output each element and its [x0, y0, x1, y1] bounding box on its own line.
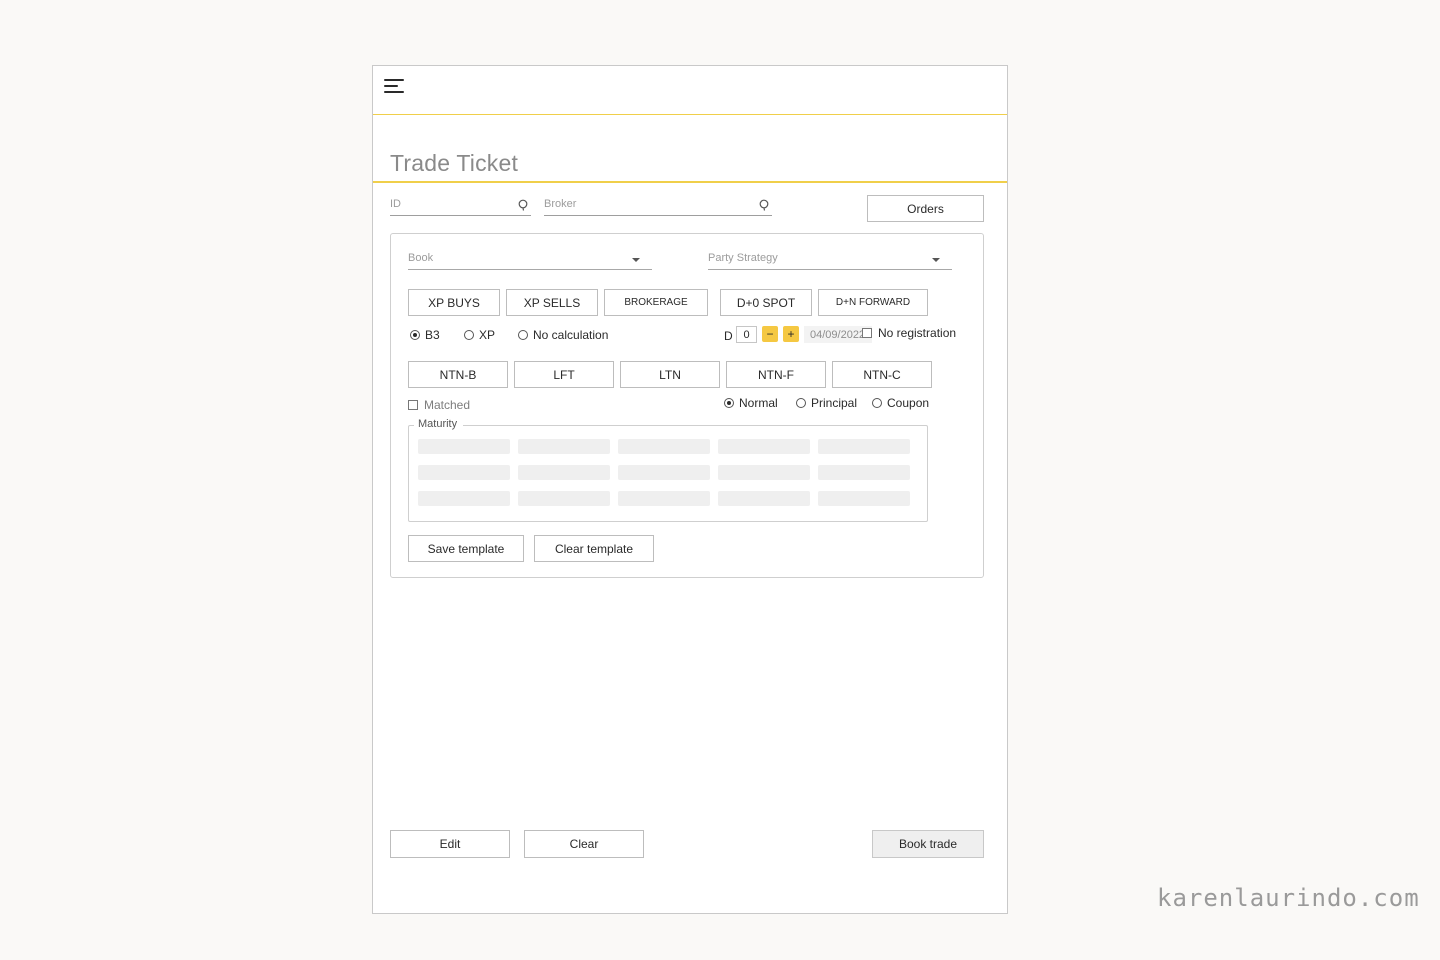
radio-no-calculation[interactable]: No calculation [518, 328, 608, 342]
maturity-option[interactable] [818, 439, 910, 454]
maturity-option[interactable] [818, 465, 910, 480]
radio-unselected-icon [872, 398, 882, 408]
watermark: karenlaurindo.com [1157, 884, 1420, 912]
search-icon[interactable] [759, 199, 771, 211]
d-label: D [724, 329, 733, 343]
id-search-field[interactable]: ID [390, 196, 531, 216]
radio-normal-label: Normal [739, 396, 778, 410]
caret-down-icon [932, 258, 940, 262]
radio-b3[interactable]: B3 [410, 328, 440, 342]
no-registration-label: No registration [878, 326, 957, 340]
radio-unselected-icon [464, 330, 474, 340]
matched-label: Matched [424, 398, 471, 412]
checkbox-icon [862, 328, 872, 338]
d-days-input[interactable]: 0 [736, 326, 757, 343]
ntn-c-button[interactable]: NTN-C [832, 361, 932, 388]
maturity-option[interactable] [818, 491, 910, 506]
minus-icon[interactable]: − [762, 326, 778, 342]
page-title: Trade Ticket [390, 150, 519, 176]
clear-template-button[interactable]: Clear template [534, 535, 654, 562]
book-label: Book [408, 252, 434, 264]
trade-ticket-window: Trade Ticket ID Broker Orders Book Party… [372, 65, 1008, 914]
caret-down-icon [632, 258, 640, 262]
hamburger-menu-icon[interactable] [384, 78, 406, 96]
maturity-option[interactable] [518, 439, 610, 454]
maturity-label: Maturity [414, 418, 464, 430]
ntn-b-button[interactable]: NTN-B [408, 361, 508, 388]
title-band: Trade Ticket [373, 115, 1007, 183]
broker-search-field[interactable]: Broker [544, 196, 772, 216]
radio-selected-icon [410, 330, 420, 340]
brokerage-button[interactable]: BROKERAGE [604, 289, 708, 316]
radio-principal[interactable]: Principal [796, 396, 857, 410]
orders-button[interactable]: Orders [867, 195, 984, 222]
broker-field-label: Broker [544, 198, 577, 210]
book-panel: Book Party Strategy XP BUYS XP SELLS BRO… [390, 233, 984, 578]
plus-icon[interactable]: + [783, 326, 799, 342]
maturity-option[interactable] [718, 439, 810, 454]
maturity-option[interactable] [618, 465, 710, 480]
radio-no-calculation-label: No calculation [533, 328, 609, 342]
matched-checkbox[interactable]: Matched [408, 398, 470, 412]
top-bar [373, 66, 1007, 115]
maturity-option[interactable] [518, 465, 610, 480]
party-strategy-dropdown[interactable]: Party Strategy [708, 251, 952, 270]
maturity-option[interactable] [418, 439, 510, 454]
ntn-f-button[interactable]: NTN-F [726, 361, 826, 388]
search-icon[interactable] [518, 199, 530, 211]
radio-principal-label: Principal [811, 396, 858, 410]
radio-coupon[interactable]: Coupon [872, 396, 929, 410]
book-dropdown[interactable]: Book [408, 251, 652, 270]
maturity-option[interactable] [718, 465, 810, 480]
maturity-option[interactable] [618, 439, 710, 454]
maturity-option[interactable] [518, 491, 610, 506]
clear-button[interactable]: Clear [524, 830, 644, 858]
maturity-option[interactable] [418, 491, 510, 506]
radio-unselected-icon [518, 330, 528, 340]
xp-buys-button[interactable]: XP BUYS [408, 289, 500, 316]
radio-coupon-label: Coupon [887, 396, 930, 410]
maturity-option[interactable] [618, 491, 710, 506]
edit-button[interactable]: Edit [390, 830, 510, 858]
d0-spot-button[interactable]: D+0 SPOT [720, 289, 812, 316]
dn-forward-button[interactable]: D+N FORWARD [818, 289, 928, 316]
checkbox-icon [408, 400, 418, 410]
party-strategy-label: Party Strategy [708, 252, 778, 264]
no-registration-checkbox[interactable]: No registration [862, 326, 956, 340]
book-trade-button[interactable]: Book trade [872, 830, 984, 858]
radio-xp-label: XP [479, 328, 496, 342]
maturity-option[interactable] [718, 491, 810, 506]
radio-xp[interactable]: XP [464, 328, 495, 342]
xp-sells-button[interactable]: XP SELLS [506, 289, 598, 316]
save-template-button[interactable]: Save template [408, 535, 524, 562]
lft-button[interactable]: LFT [514, 361, 614, 388]
radio-b3-label: B3 [425, 328, 440, 342]
radio-normal[interactable]: Normal [724, 396, 778, 410]
maturity-option[interactable] [418, 465, 510, 480]
radio-unselected-icon [796, 398, 806, 408]
radio-selected-icon [724, 398, 734, 408]
maturity-group: Maturity [408, 418, 928, 522]
ltn-button[interactable]: LTN [620, 361, 720, 388]
id-field-label: ID [390, 198, 401, 210]
